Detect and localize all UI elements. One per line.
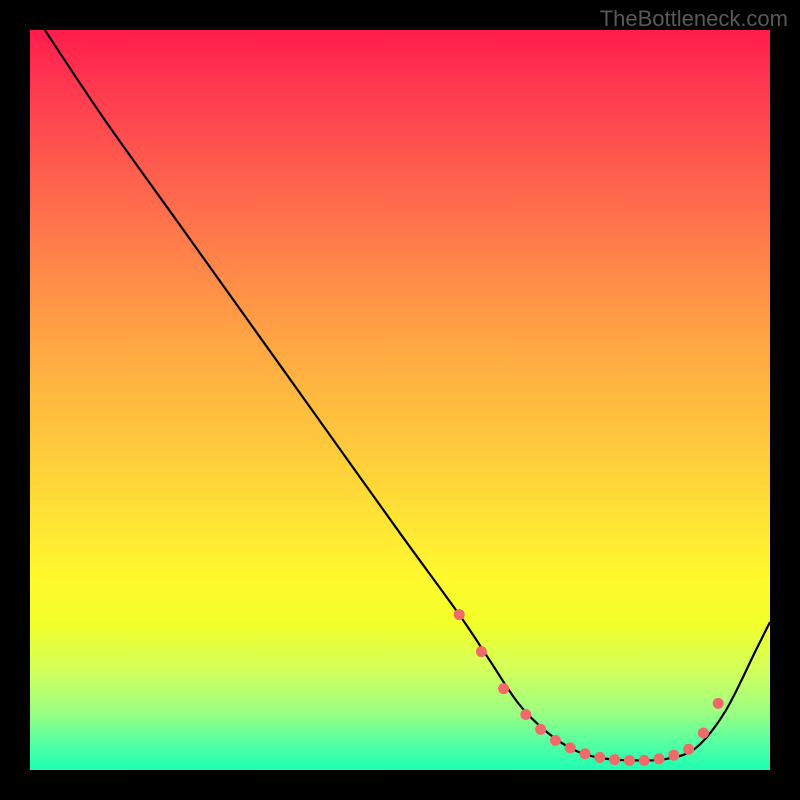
chart-marker-dot bbox=[713, 698, 724, 709]
chart-marker-dot bbox=[698, 728, 709, 739]
chart-marker-dot bbox=[550, 735, 561, 746]
chart-svg bbox=[30, 30, 770, 770]
chart-marker-dot bbox=[624, 755, 635, 766]
chart-marker-dot bbox=[535, 724, 546, 735]
chart-marker-dot bbox=[594, 752, 605, 763]
chart-marker-dot bbox=[609, 754, 620, 765]
chart-marker-dot bbox=[476, 646, 487, 657]
chart-curve bbox=[45, 30, 770, 760]
chart-marker-dot bbox=[668, 750, 679, 761]
chart-marker-dot bbox=[580, 748, 591, 759]
chart-marker-dot bbox=[565, 742, 576, 753]
chart-marker-dot bbox=[520, 709, 531, 720]
chart-markers bbox=[454, 609, 724, 766]
watermark-text: TheBottleneck.com bbox=[600, 6, 788, 32]
chart-plot-area bbox=[30, 30, 770, 770]
chart-marker-dot bbox=[654, 753, 665, 764]
chart-marker-dot bbox=[454, 609, 465, 620]
chart-marker-dot bbox=[639, 755, 650, 766]
chart-marker-dot bbox=[498, 683, 509, 694]
chart-marker-dot bbox=[683, 744, 694, 755]
